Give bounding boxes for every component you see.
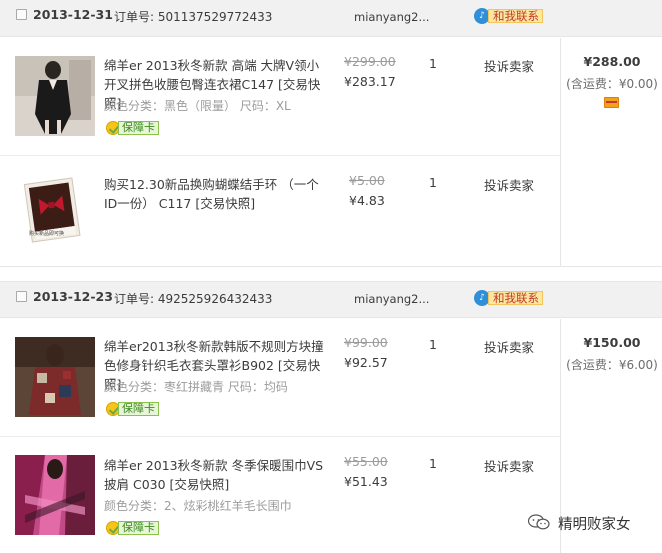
complain-seller-link[interactable]: 投诉卖家 [484, 175, 534, 194]
unit-price: ¥283.17 [344, 74, 396, 89]
order-number-label: 订单号: [114, 292, 155, 306]
seller-name[interactable]: mianyang2... [354, 292, 429, 306]
product-thumbnail[interactable] [15, 455, 95, 535]
guarantee-label: 保障卡 [118, 521, 159, 535]
product-sku: 颜色分类：2、炫彩桃红羊毛长围巾 [104, 499, 292, 513]
unit-price: ¥51.43 [344, 474, 388, 489]
order-header: 2013-12-23 订单号: 492525926432433 mianyang… [0, 281, 662, 318]
order-number-label: 订单号: [114, 10, 155, 24]
order-number-value: 492525926432433 [157, 292, 273, 306]
seller-name[interactable]: mianyang2... [354, 10, 429, 24]
order-select-checkbox[interactable] [16, 9, 27, 20]
order-date: 2013-12-31 [33, 7, 113, 22]
complain-seller-link[interactable]: 投诉卖家 [484, 337, 534, 356]
order-1: 2013-12-31 订单号: 501137529772433 mianyang… [0, 0, 662, 266]
sweater-photo [15, 337, 95, 417]
bracelet-photo: 购买新品即可换 [20, 171, 84, 251]
product-thumbnail[interactable] [15, 337, 95, 417]
watermark-text: 精明败家女 [558, 517, 631, 533]
wechat-icon [528, 514, 550, 530]
dress-photo [15, 56, 95, 136]
shipping-fee: (含运费：¥0.00) [566, 77, 658, 91]
original-price: ¥99.00 [344, 335, 388, 350]
quantity: 1 [429, 456, 437, 471]
complain-seller-link[interactable]: 投诉卖家 [484, 456, 534, 475]
unit-price: ¥4.83 [349, 193, 385, 208]
original-price: ¥5.00 [349, 173, 385, 188]
order-item: 绵羊er2013秋冬新款韩版不规则方块撞色修身针织毛衣套头罩衫B902 [交易快… [0, 319, 560, 437]
order-header: 2013-12-31 订单号: 501137529772433 mianyang… [0, 0, 662, 37]
complain-seller-link[interactable]: 投诉卖家 [484, 56, 534, 75]
product-title-link[interactable]: 绵羊er 2013秋冬新款 冬季保暖围巾VS披肩 C030 [交易快照] [104, 456, 328, 494]
guarantee-label: 保障卡 [118, 121, 159, 135]
order-select-checkbox[interactable] [16, 291, 27, 302]
order-total: ¥288.00 [583, 54, 641, 69]
shipping-fee: (含运费：¥6.00) [566, 358, 658, 372]
product-thumbnail[interactable] [15, 56, 95, 136]
original-price: ¥55.00 [344, 454, 388, 469]
order-item: 绵羊er 2013秋冬新款 高端 大牌V领小开叉拼色收腰包臀连衣裙C147 [交… [0, 38, 560, 156]
svg-text:购买新品即可换: 购买新品即可换 [29, 230, 64, 237]
original-price: ¥299.00 [344, 54, 396, 69]
unit-price: ¥92.57 [344, 355, 388, 370]
quantity: 1 [429, 175, 437, 190]
order-date: 2013-12-23 [33, 289, 113, 304]
payment-card-icon[interactable] [604, 97, 619, 108]
contact-seller-label: 和我联系 [488, 291, 543, 305]
order-item: 购买新品即可换 购买12.30新品换购蝴蝶结手环 （一个ID一份） C117 [… [0, 157, 560, 265]
scarf-photo [15, 455, 95, 535]
order-total-column: ¥288.00 (含运费：¥0.00) [560, 38, 662, 266]
quantity: 1 [429, 56, 437, 71]
order-number: 订单号: 501137529772433 [114, 8, 272, 25]
order-number: 订单号: 492525926432433 [114, 290, 272, 307]
order-total: ¥150.00 [583, 335, 641, 350]
product-thumbnail[interactable]: 购买新品即可换 [20, 171, 84, 251]
product-sku: 颜色分类：枣红拼藏青 尺码：均码 [104, 380, 288, 394]
order-number-value: 501137529772433 [157, 10, 273, 24]
quantity: 1 [429, 337, 437, 352]
contact-seller-label: 和我联系 [488, 9, 543, 23]
product-sku: 颜色分类：黑色（限量） 尺码：XL [104, 99, 291, 113]
guarantee-label: 保障卡 [118, 402, 159, 416]
order-item: 绵羊er 2013秋冬新款 冬季保暖围巾VS披肩 C030 [交易快照] 颜色分… [0, 438, 560, 553]
order-separator [0, 266, 662, 278]
product-title-link[interactable]: 购买12.30新品换购蝴蝶结手环 （一个ID一份） C117 [交易快照] [104, 175, 328, 213]
